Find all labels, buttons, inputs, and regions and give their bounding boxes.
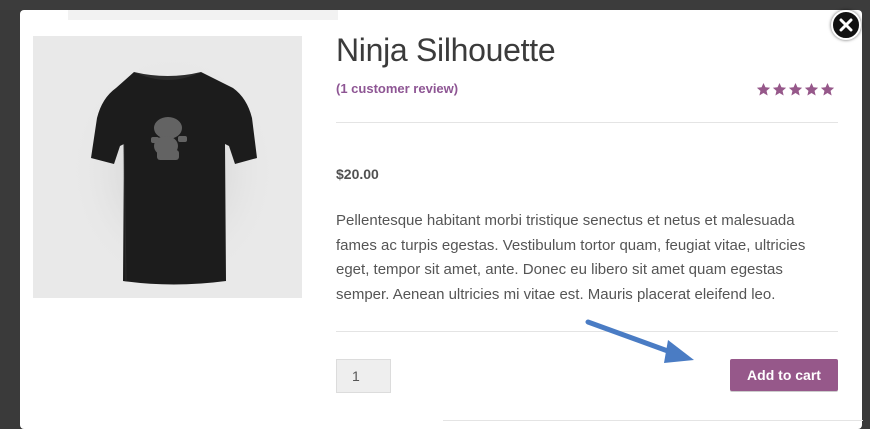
star-icon xyxy=(756,82,771,96)
product-title: Ninja Silhouette xyxy=(336,32,556,68)
product-price: $20.00 xyxy=(336,166,379,182)
star-icon xyxy=(788,82,803,96)
modal-top-strip xyxy=(68,10,338,20)
divider xyxy=(443,420,863,421)
add-to-cart-button[interactable]: Add to cart xyxy=(730,359,838,391)
quantity-input[interactable] xyxy=(336,359,391,393)
star-icon xyxy=(820,82,835,96)
tshirt-image xyxy=(68,51,278,291)
star-rating xyxy=(756,82,835,97)
modal-overlay[interactable] xyxy=(0,0,870,10)
close-button[interactable] xyxy=(831,10,861,40)
customer-review-link[interactable]: (1 customer review) xyxy=(336,81,458,96)
star-icon xyxy=(772,82,787,96)
close-icon xyxy=(839,18,853,32)
arrow-icon xyxy=(585,319,694,363)
product-description: Pellentesque habitant morbi tristique se… xyxy=(336,212,806,303)
star-icon xyxy=(804,82,819,96)
divider xyxy=(336,122,838,123)
product-image xyxy=(33,36,302,298)
